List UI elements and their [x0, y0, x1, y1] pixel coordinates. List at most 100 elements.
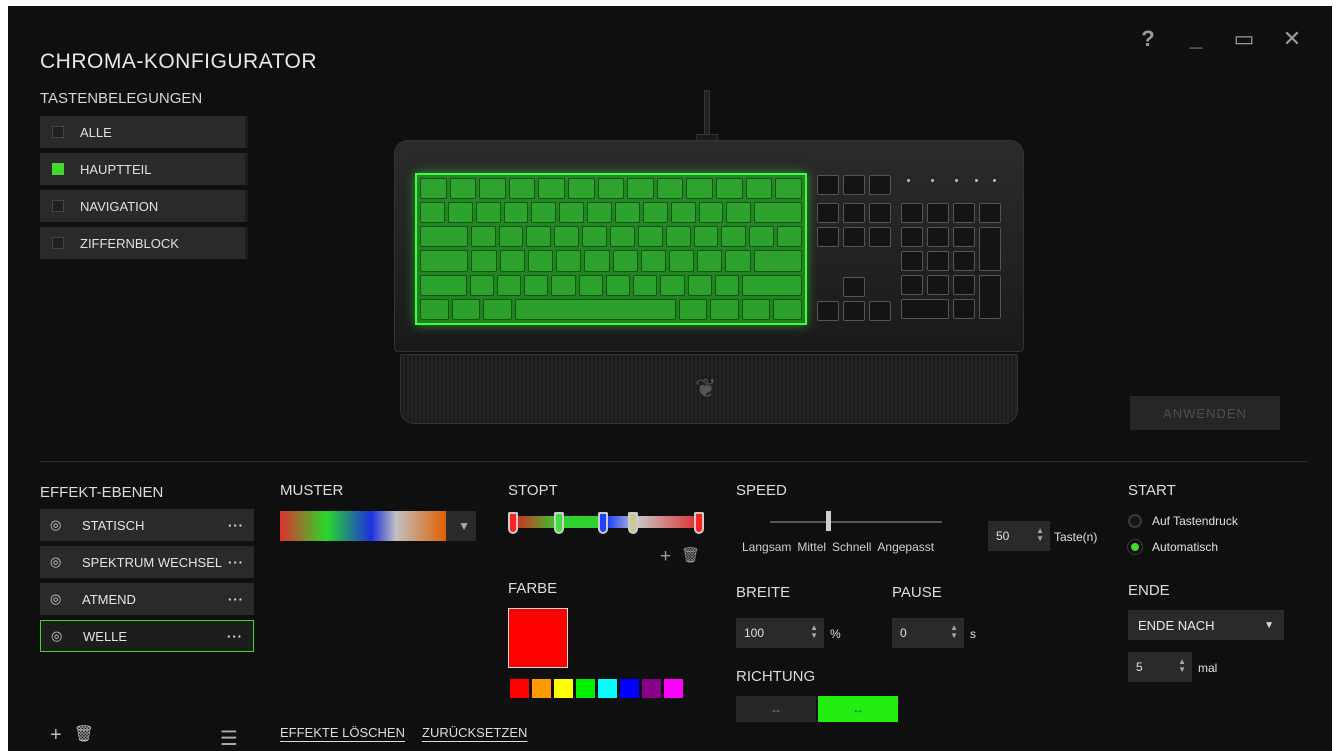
key-group-hauptteil[interactable]: HAUPTTEIL: [40, 153, 248, 185]
key[interactable]: [508, 178, 536, 200]
eye-icon[interactable]: ◎: [50, 554, 70, 570]
key[interactable]: [927, 203, 949, 223]
end-mode-dropdown[interactable]: ENDE NACH ▼: [1128, 610, 1284, 640]
keyboard-main-section[interactable]: [415, 173, 807, 325]
start-option-automatisch[interactable]: Automatisch: [1128, 540, 1218, 554]
key[interactable]: [901, 227, 923, 247]
key[interactable]: [697, 250, 723, 272]
key[interactable]: [420, 298, 449, 320]
key[interactable]: [615, 202, 640, 224]
effect-layer-atmend[interactable]: ◎ ATMEND ···: [40, 583, 254, 615]
key[interactable]: [483, 298, 512, 320]
key[interactable]: [627, 178, 654, 200]
key[interactable]: [749, 226, 775, 248]
key[interactable]: [716, 178, 743, 200]
apply-button[interactable]: ANWENDEN: [1130, 396, 1280, 430]
key[interactable]: [587, 202, 613, 224]
gradient-stop[interactable]: [554, 512, 564, 534]
key[interactable]: [660, 274, 685, 296]
key[interactable]: [479, 178, 506, 200]
key[interactable]: [554, 226, 580, 248]
key[interactable]: [953, 203, 975, 223]
spinner-icon[interactable]: ▲ ▼: [950, 624, 958, 640]
key[interactable]: [979, 227, 1001, 271]
add-layer-icon[interactable]: +: [50, 724, 62, 747]
checkbox-icon[interactable]: [52, 200, 64, 212]
key[interactable]: [927, 251, 949, 271]
key[interactable]: [953, 299, 975, 319]
key[interactable]: [843, 227, 865, 247]
key[interactable]: [420, 226, 468, 248]
key[interactable]: [524, 274, 549, 296]
key[interactable]: [901, 251, 923, 271]
key[interactable]: [582, 226, 608, 248]
key[interactable]: [642, 202, 668, 224]
gradient-stop[interactable]: [598, 512, 608, 534]
key[interactable]: [605, 274, 631, 296]
key[interactable]: [901, 275, 923, 295]
spinner-icon[interactable]: ▲ ▼: [1178, 658, 1186, 674]
key[interactable]: [420, 274, 467, 296]
key-group-navigation[interactable]: NAVIGATION: [40, 190, 248, 222]
effect-layer-statisch[interactable]: ◎ STATISCH ···: [40, 509, 254, 541]
key[interactable]: [817, 301, 839, 321]
start-option-auf-tastendruck[interactable]: Auf Tastendruck: [1128, 514, 1238, 528]
key[interactable]: [817, 175, 839, 195]
key[interactable]: [817, 227, 839, 247]
current-color-swatch[interactable]: [508, 608, 568, 668]
width-value-input[interactable]: 100 ▲ ▼: [736, 618, 824, 648]
key[interactable]: [597, 178, 625, 200]
speed-label-mittel[interactable]: Mittel: [797, 540, 826, 554]
key[interactable]: [637, 226, 663, 248]
key[interactable]: [979, 275, 1001, 319]
key[interactable]: [927, 227, 949, 247]
menu-icon[interactable]: ☰: [220, 726, 238, 751]
key[interactable]: [584, 250, 610, 272]
maximize-icon[interactable]: ▭: [1220, 24, 1268, 54]
key[interactable]: [686, 178, 714, 200]
more-options-icon[interactable]: ···: [228, 518, 244, 533]
close-icon[interactable]: ✕: [1268, 24, 1316, 54]
more-options-icon[interactable]: ···: [228, 555, 244, 570]
pattern-dropdown[interactable]: ▼: [280, 511, 476, 541]
color-swatch[interactable]: [576, 679, 595, 698]
color-swatch[interactable]: [510, 679, 529, 698]
end-count-input[interactable]: 5 ▲ ▼: [1128, 652, 1192, 682]
key[interactable]: [449, 178, 477, 200]
key[interactable]: [471, 250, 497, 272]
key[interactable]: [568, 178, 595, 200]
key[interactable]: [447, 202, 473, 224]
key[interactable]: [817, 203, 839, 223]
key[interactable]: [514, 298, 676, 320]
key[interactable]: [843, 277, 865, 297]
key[interactable]: [656, 178, 684, 200]
key[interactable]: [843, 203, 865, 223]
checkbox-icon[interactable]: [52, 237, 64, 249]
pause-value-input[interactable]: 0 ▲ ▼: [892, 618, 964, 648]
speed-label-angepasst[interactable]: Angepasst: [877, 540, 934, 554]
key[interactable]: [869, 301, 891, 321]
color-swatch[interactable]: [620, 679, 639, 698]
key[interactable]: [578, 274, 603, 296]
key[interactable]: [687, 274, 712, 296]
key[interactable]: [901, 299, 949, 319]
color-swatch[interactable]: [598, 679, 617, 698]
spinner-icon[interactable]: ▲ ▼: [1036, 527, 1044, 543]
more-options-icon[interactable]: ···: [228, 592, 244, 607]
color-swatch[interactable]: [642, 679, 661, 698]
speed-slider-thumb[interactable]: [826, 511, 831, 531]
color-swatch[interactable]: [532, 679, 551, 698]
key[interactable]: [668, 250, 695, 272]
key[interactable]: [979, 203, 1001, 223]
gradient-stop[interactable]: [694, 512, 704, 534]
keyboard-nav-numpad-section[interactable]: [815, 173, 1007, 325]
delete-stop-icon[interactable]: 🗑: [681, 546, 700, 568]
key[interactable]: [953, 275, 975, 295]
key[interactable]: [610, 226, 635, 248]
eye-icon[interactable]: ◎: [50, 591, 70, 607]
speed-value-input[interactable]: 50 ▲ ▼: [988, 521, 1050, 551]
key[interactable]: [869, 203, 891, 223]
more-options-icon[interactable]: ···: [227, 629, 243, 644]
key[interactable]: [726, 202, 752, 224]
key[interactable]: [496, 274, 522, 296]
